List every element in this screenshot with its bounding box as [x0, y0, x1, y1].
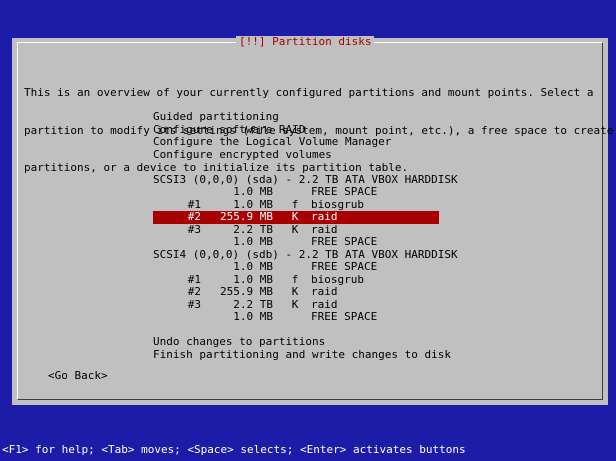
menu-spacer	[153, 161, 439, 174]
partition-use: raid	[311, 285, 338, 298]
partition-use: FREE SPACE	[311, 310, 378, 323]
partition-row[interactable]: 1.0 MB FREE SPACE	[153, 260, 439, 274]
partition-number	[153, 186, 201, 199]
partition-number: #3	[187, 297, 201, 311]
partition-row[interactable]: #3 2.2 TB K raid	[153, 222, 439, 237]
menu-item-undo-changes[interactable]: Undo changes to partitions	[153, 335, 439, 349]
intro-line: This is an overview of your currently co…	[24, 86, 594, 99]
menu-item-finish-partitioning[interactable]: Finish partitioning and write changes to…	[153, 348, 451, 362]
partition-number: #2	[187, 210, 201, 223]
partition-number	[153, 236, 201, 249]
partition-row[interactable]: #2 255.9 MB K raid	[153, 285, 439, 299]
menu-item-configure-encryption[interactable]: Configure encrypted volumes	[153, 148, 439, 162]
menu-item-configure-lvm[interactable]: Configure the Logical Volume Manager	[153, 135, 439, 149]
partition-flag: K	[291, 285, 299, 298]
disk-header-sda[interactable]: SCSI3 (0,0,0) (sda) - 2.2 TB ATA VBOX HA…	[153, 173, 458, 187]
partition-flag	[287, 261, 303, 274]
partition-size: 255.9 MB	[220, 285, 273, 298]
partition-number: #3	[187, 222, 201, 236]
partition-number	[153, 311, 201, 324]
partition-flag: K	[291, 210, 299, 223]
partition-flag	[287, 186, 303, 199]
partition-menu: Guided partitioning Configure software R…	[153, 110, 458, 362]
partition-row[interactable]: 1.0 MB FREE SPACE	[153, 235, 439, 249]
go-back-button[interactable]: <Go Back>	[48, 369, 108, 383]
partition-use: FREE SPACE	[311, 260, 378, 273]
dialog-title: [!!] Partition disks	[236, 35, 375, 49]
partition-number: #2	[187, 285, 201, 298]
partition-number	[153, 261, 201, 274]
partition-flag: K	[291, 297, 299, 311]
disk-header-sdb[interactable]: SCSI4 (0,0,0) (sdb) - 2.2 TB ATA VBOX HA…	[153, 248, 458, 262]
menu-item-guided-partitioning[interactable]: Guided partitioning	[153, 110, 439, 124]
partition-row-selected[interactable]: #2 255.9 MB K raid	[153, 210, 439, 224]
partition-size: 1.0 MB	[233, 260, 273, 273]
partition-size: 1.0 MB	[233, 310, 273, 323]
partition-size: 255.9 MB	[220, 210, 273, 223]
partition-flag	[287, 236, 303, 249]
partition-row[interactable]: 1.0 MB FREE SPACE	[153, 310, 439, 324]
partition-use: FREE SPACE	[311, 235, 378, 248]
partition-row[interactable]: #3 2.2 TB K raid	[153, 297, 439, 312]
partition-use: raid	[311, 210, 338, 223]
partition-flag	[287, 311, 303, 324]
partition-row[interactable]: 1.0 MB FREE SPACE	[153, 185, 439, 199]
partition-size: 1.0 MB	[233, 235, 273, 248]
status-bar: <F1> for help; <Tab> moves; <Space> sele…	[2, 443, 466, 456]
partition-flag: K	[291, 222, 299, 236]
partition-dialog: [!!] Partition disks This is an overview…	[12, 35, 613, 405]
partition-use: FREE SPACE	[311, 185, 378, 198]
partition-size: 1.0 MB	[233, 185, 273, 198]
